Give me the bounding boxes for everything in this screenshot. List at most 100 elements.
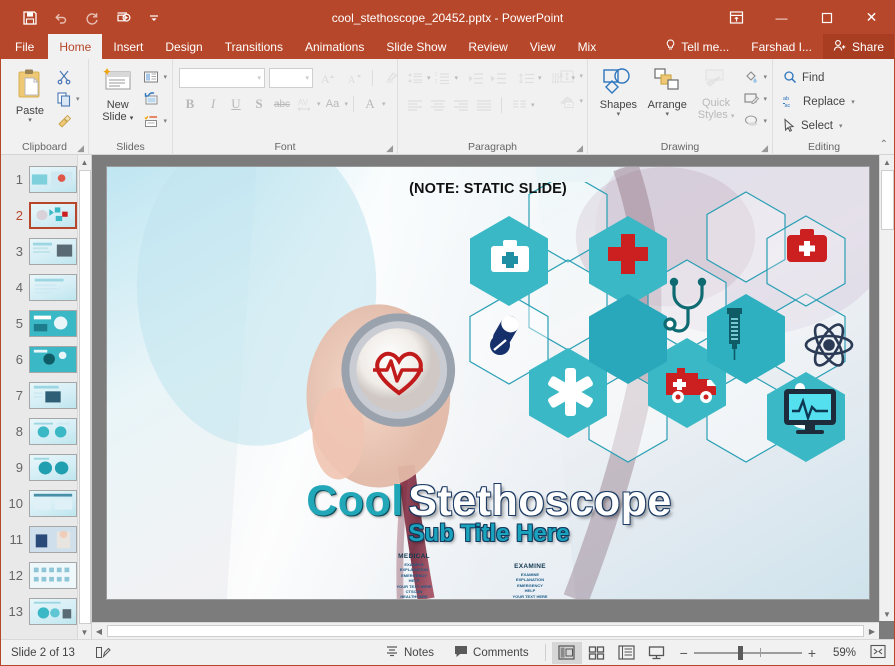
increase-indent-button[interactable]: [487, 67, 509, 89]
copy-caret-icon[interactable]: ▾: [76, 95, 80, 103]
slide-hscroll-thumb[interactable]: [107, 625, 864, 637]
hexagon-infographic[interactable]: [437, 182, 867, 512]
slide-thumbnail-image[interactable]: [29, 345, 77, 373]
drawing-dialog-launcher[interactable]: ◢: [761, 143, 768, 154]
accessibility-icon[interactable]: [85, 640, 121, 666]
slide-thumbnail-image[interactable]: [29, 237, 77, 265]
smartart-caret-icon[interactable]: ▾: [579, 97, 583, 105]
comments-button[interactable]: Comments: [444, 640, 539, 666]
layout-button[interactable]: [140, 66, 162, 88]
save-icon[interactable]: [19, 7, 41, 29]
section-caret-icon[interactable]: ▾: [163, 117, 167, 125]
slide-thumbnail-image[interactable]: [29, 561, 77, 589]
share-button[interactable]: Share: [822, 34, 894, 59]
slide-thumbnail-image[interactable]: [29, 597, 77, 625]
slide-thumbnail-image[interactable]: [29, 201, 77, 229]
copy-button[interactable]: [53, 88, 75, 110]
zoom-in-button[interactable]: +: [808, 645, 816, 661]
slide-scroll-left-icon[interactable]: ◀: [92, 624, 106, 639]
font-size-combobox[interactable]: ▾: [269, 68, 313, 88]
text-shadow-button[interactable]: S: [248, 93, 270, 115]
slide-thumbnail-image[interactable]: [29, 453, 77, 481]
convert-to-smartart-button[interactable]: [556, 90, 578, 112]
line-spacing-caret-icon[interactable]: ▾: [538, 74, 542, 82]
zoom-control[interactable]: − + 59%: [672, 644, 894, 662]
present-icon[interactable]: [112, 7, 134, 29]
character-spacing-button[interactable]: AV: [294, 93, 316, 115]
normal-view-button[interactable]: [551, 641, 582, 664]
minimize-button[interactable]: —: [759, 1, 804, 34]
notes-button[interactable]: Notes: [375, 640, 444, 666]
shape-outline-caret-icon[interactable]: ▾: [763, 95, 767, 103]
account-name[interactable]: Farshad I...: [740, 34, 823, 59]
columns-caret-icon[interactable]: ▾: [531, 101, 535, 109]
tab-file[interactable]: File: [1, 34, 49, 59]
numbering-button[interactable]: 12: [432, 67, 454, 89]
shape-effects-button[interactable]: [740, 110, 762, 132]
chevron-down-icon[interactable]: [143, 7, 165, 29]
cut-button[interactable]: [53, 66, 75, 88]
decrease-font-size-button[interactable]: A: [343, 67, 365, 89]
zoom-slider[interactable]: [693, 645, 802, 660]
select-button[interactable]: Select ▾: [779, 115, 846, 137]
italic-button[interactable]: I: [202, 93, 224, 115]
section-button[interactable]: [140, 110, 162, 132]
bullets-caret-icon[interactable]: ▾: [427, 74, 431, 82]
tab-animations[interactable]: Animations: [294, 34, 375, 59]
tab-mix[interactable]: Mix: [567, 34, 608, 59]
fit-slide-icon[interactable]: [862, 644, 886, 662]
thumbnail-scroll-down-icon[interactable]: ▼: [78, 625, 92, 639]
undo-icon[interactable]: [50, 7, 72, 29]
slide-thumbnail-image[interactable]: [29, 489, 77, 517]
tab-view[interactable]: View: [519, 34, 567, 59]
collapse-ribbon-icon[interactable]: ⌃: [880, 139, 888, 150]
tab-transitions[interactable]: Transitions: [214, 34, 294, 59]
find-button[interactable]: Find: [779, 67, 828, 89]
redo-icon[interactable]: [81, 7, 103, 29]
tab-slide-show[interactable]: Slide Show: [375, 34, 457, 59]
format-painter-button[interactable]: [53, 110, 75, 132]
align-text-button[interactable]: [556, 65, 578, 87]
clipboard-dialog-launcher[interactable]: ◢: [77, 143, 84, 154]
select-caret-icon[interactable]: ▾: [839, 122, 843, 130]
tab-design[interactable]: Design: [154, 34, 213, 59]
tab-review[interactable]: Review: [457, 34, 518, 59]
arrange-button[interactable]: Arrange ▾: [643, 64, 692, 118]
shape-fill-caret-icon[interactable]: ▾: [763, 73, 767, 81]
zoom-out-button[interactable]: −: [680, 645, 688, 661]
align-left-button[interactable]: [404, 94, 426, 116]
slide-scroll-down-icon[interactable]: ▼: [880, 607, 894, 621]
slide-scroll-right-icon[interactable]: ▶: [865, 624, 879, 639]
slide-thumbnail-image[interactable]: [29, 381, 77, 409]
align-center-button[interactable]: [427, 94, 449, 116]
reading-view-button[interactable]: [612, 642, 642, 664]
slide-thumbnail-image[interactable]: [29, 417, 77, 445]
slide-title[interactable]: Cool Stethoscope Sub Title Here: [149, 477, 829, 548]
numbering-caret-icon[interactable]: ▾: [455, 74, 459, 82]
thumbnail-scrollbar[interactable]: ▲ ▼: [77, 155, 91, 639]
font-color-caret-icon[interactable]: ▾: [382, 100, 386, 108]
tell-me-box[interactable]: Tell me...: [654, 34, 740, 59]
font-name-combobox[interactable]: ▾: [179, 68, 265, 88]
tab-home[interactable]: Home: [48, 34, 103, 59]
bullets-button[interactable]: [404, 67, 426, 89]
increase-font-size-button[interactable]: A: [317, 67, 339, 89]
slide-indicator[interactable]: Slide 2 of 13: [1, 640, 85, 666]
new-slide-button[interactable]: New Slide ▾: [95, 64, 140, 125]
slide-vertical-scrollbar[interactable]: ▲ ▼: [879, 155, 894, 621]
change-case-button[interactable]: Aa: [322, 93, 344, 115]
shape-outline-button[interactable]: [740, 88, 762, 110]
font-color-button[interactable]: A: [359, 93, 381, 115]
slide-show-view-button[interactable]: [642, 642, 672, 664]
slide-thumbnail-image[interactable]: [29, 273, 77, 301]
align-text-caret-icon[interactable]: ▾: [579, 72, 583, 80]
slide-scroll-up-icon[interactable]: ▲: [880, 155, 894, 169]
thumbnail-scroll-thumb[interactable]: [78, 170, 91, 624]
shapes-caret-icon[interactable]: ▾: [617, 111, 621, 118]
bold-button[interactable]: B: [179, 93, 201, 115]
replace-caret-icon[interactable]: ▾: [851, 98, 855, 106]
tab-insert[interactable]: Insert: [102, 34, 154, 59]
slide-vscroll-thumb[interactable]: [880, 170, 894, 230]
reset-button[interactable]: [140, 88, 162, 110]
zoom-slider-handle[interactable]: [737, 645, 743, 660]
